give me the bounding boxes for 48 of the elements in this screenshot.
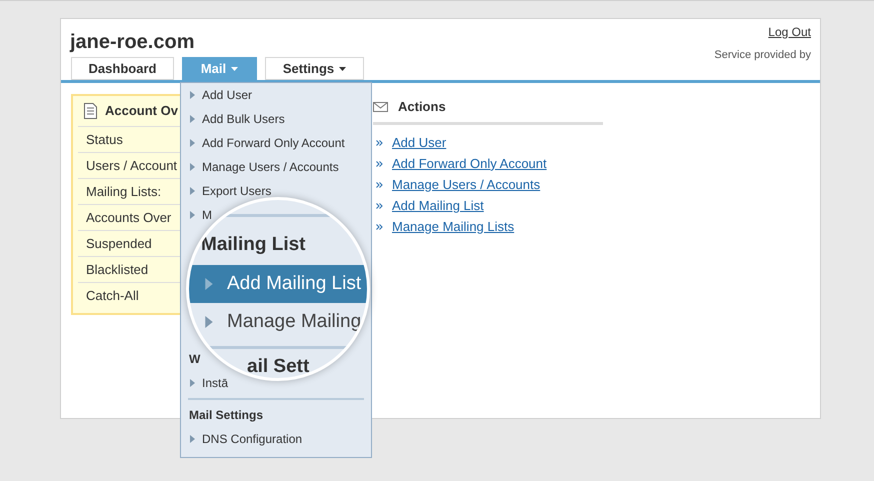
triangle-icon [205,316,213,328]
chevron-icon [376,182,383,188]
overview-row-text: Suspended [86,234,152,253]
menu-heading: Mailing List [201,232,306,257]
triangle-icon [190,211,195,219]
site-title: jane-roe.com [70,30,194,55]
overview-row-text: Status [86,130,123,149]
chevron-icon [376,160,383,166]
overview-row-text: Blacklisted [86,260,148,279]
triangle-icon [190,435,195,443]
nav-tab[interactable]: Dashboard [71,57,174,80]
overview-row-text: Users / Account [86,156,178,175]
envelope-icon [373,102,388,112]
menu-item[interactable]: Add Forward Only Account [181,136,345,150]
overview-row-text: Catch-All [86,286,139,305]
action-link[interactable]: Add User [392,132,446,152]
menu-item[interactable]: Add User [181,88,252,102]
triangle-icon [190,91,195,99]
actions-title: Actions [398,98,446,116]
triangle-icon [190,379,195,387]
chevron-icon [376,140,383,146]
menu-item[interactable]: Export Users [181,184,272,198]
overview-row-text: Accounts Over [86,208,172,227]
logout-link[interactable]: Log Out [768,25,811,39]
nav-tab[interactable]: Settings [265,57,364,80]
menu-item[interactable]: Add Bulk Users [181,112,285,126]
chevron-icon [376,202,383,208]
triangle-icon [190,163,195,171]
menu-item[interactable]: Manage Mailing [189,303,367,341]
triangle-icon [190,115,195,123]
overview-row-text: Mailing Lists: [86,182,162,201]
action-link[interactable]: Manage Mailing Lists [392,216,514,236]
menu-item[interactable]: Manage Users / Accounts [181,160,339,174]
action-link[interactable]: Manage Users / Accounts [392,174,540,194]
chevron-icon [376,224,383,230]
triangle-icon [205,278,213,290]
menu-item[interactable]: DNS Configuration [181,432,302,446]
menu-item[interactable]: Add Mailing List [189,265,367,303]
action-link[interactable]: Add Mailing List [392,196,484,216]
menu-heading: ail Sett [247,354,310,378]
panel-title: Account Ov [105,102,178,120]
action-link[interactable]: Add Forward Only Account [392,154,547,174]
menu-heading: W [189,351,200,368]
triangle-icon [190,187,195,195]
triangle-icon [190,139,195,147]
menu-heading: Mail Settings [189,407,264,424]
document-icon [84,103,97,119]
service-text: Service provided by [714,49,811,62]
